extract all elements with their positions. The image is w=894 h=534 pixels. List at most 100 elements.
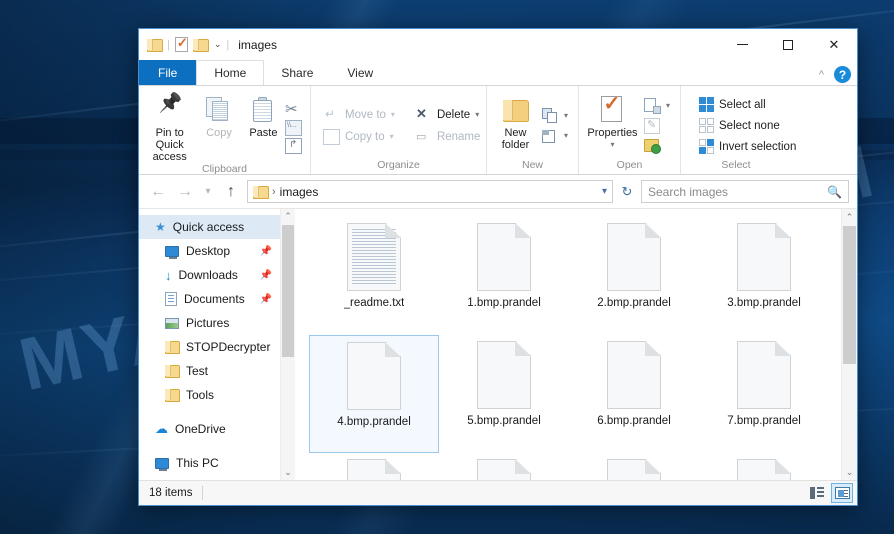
refresh-button[interactable]: ↻	[618, 184, 636, 200]
maximize-button[interactable]	[765, 29, 811, 60]
copy-to-button[interactable]: Copy to ▾	[319, 127, 399, 147]
title-bar[interactable]: | ⌄ | images ✕	[139, 29, 857, 60]
file-item[interactable]: 2.bmp.prandel	[569, 217, 699, 335]
scroll-down-icon[interactable]: ⌄	[284, 465, 292, 480]
file-item[interactable]: 3.bmp.prandel	[699, 217, 829, 335]
search-box[interactable]: Search images 🔍	[641, 180, 849, 203]
rename-icon	[415, 129, 432, 145]
pin-to-quick-access-button[interactable]: Pin to Quick access	[145, 90, 194, 163]
tab-view[interactable]: View	[330, 60, 390, 85]
back-button[interactable]: ←	[147, 183, 169, 201]
file-item[interactable]: 6.bmp.prandel	[569, 335, 699, 453]
scrollbar-thumb[interactable]	[282, 225, 294, 357]
sidebar-item-quick-access[interactable]: ★ Quick access	[139, 215, 280, 239]
move-to-button[interactable]: Move to ▾	[319, 105, 399, 125]
new-folder-button[interactable]: New folder	[493, 90, 538, 159]
tab-share[interactable]: Share	[264, 60, 330, 85]
quick-access-toolbar[interactable]: | ⌄ |	[139, 35, 230, 52]
sidebar-item-tools[interactable]: Tools	[139, 383, 280, 407]
scroll-up-icon[interactable]: ⌃	[284, 209, 292, 224]
copy-path-icon[interactable]	[285, 119, 302, 136]
sidebar-item-test[interactable]: Test	[139, 359, 280, 383]
file-list-pane[interactable]: _readme.txt 1.bmp.prandel 2.bmp.prandel	[295, 209, 857, 480]
file-pane-scrollbar[interactable]: ⌃ ⌄	[841, 209, 857, 480]
window-controls[interactable]: ✕	[719, 29, 857, 60]
sidebar-item-documents[interactable]: Documents 📌	[139, 287, 280, 311]
copy-button[interactable]: Copy	[194, 90, 243, 163]
paste-button[interactable]: Paste	[244, 90, 283, 163]
ribbon-group-label: New	[521, 159, 543, 171]
properties-button[interactable]: Properties ▾	[585, 90, 640, 159]
select-none-button[interactable]: Select none	[695, 116, 800, 135]
file-item[interactable]	[569, 453, 699, 480]
scroll-up-icon[interactable]: ⌃	[846, 209, 854, 225]
recent-locations-button[interactable]: ▾	[201, 186, 215, 197]
paste-shortcut-icon[interactable]	[285, 137, 302, 154]
chevron-down-icon[interactable]: ▾	[475, 110, 479, 119]
address-path-box[interactable]: › images ▾	[247, 180, 613, 203]
chevron-down-icon[interactable]: ▾	[390, 132, 394, 141]
scrollbar-thumb[interactable]	[843, 226, 856, 364]
ribbon-tabs[interactable]: File Home Share View ^ ?	[139, 60, 857, 85]
history-button[interactable]	[642, 137, 672, 155]
minimize-button[interactable]	[719, 29, 765, 60]
new-folder-icon[interactable]	[192, 38, 209, 52]
details-view-button[interactable]	[806, 483, 828, 503]
sidebar-item-desktop[interactable]: Desktop 📌	[139, 239, 280, 263]
divider	[139, 441, 280, 451]
file-item[interactable]	[439, 453, 569, 480]
help-icon[interactable]: ?	[834, 66, 851, 83]
large-icons-view-button[interactable]	[831, 483, 853, 503]
breadcrumb-images[interactable]: images	[280, 185, 319, 199]
sidebar-item-stopdecrypter[interactable]: STOPDecrypter	[139, 335, 280, 359]
chevron-down-icon[interactable]: ▾	[666, 101, 670, 110]
file-item[interactable]: _readme.txt	[309, 217, 439, 335]
collapse-ribbon-icon[interactable]: ^	[819, 69, 824, 81]
divider: |	[226, 38, 230, 51]
chevron-down-icon[interactable]: ▾	[564, 131, 568, 140]
sidebar-item-onedrive[interactable]: ☁ OneDrive	[139, 417, 280, 441]
file-item-selected[interactable]: 4.bmp.prandel	[309, 335, 439, 453]
sidebar-item-downloads[interactable]: ↓ Downloads 📌	[139, 263, 280, 287]
tab-file[interactable]: File	[139, 60, 197, 85]
file-item[interactable]: 5.bmp.prandel	[439, 335, 569, 453]
open-button[interactable]: ▾	[642, 97, 672, 115]
delete-button[interactable]: Delete ▾	[411, 105, 484, 125]
copy-icon	[206, 97, 232, 123]
view-toggle-group[interactable]	[806, 483, 853, 503]
easy-access-button[interactable]: ▾	[540, 127, 570, 145]
chevron-down-icon[interactable]: ▾	[391, 110, 395, 119]
file-item[interactable]	[309, 453, 439, 480]
edit-button[interactable]	[642, 117, 672, 135]
chevron-down-icon[interactable]: ⌄	[214, 39, 222, 50]
navigation-pane-scrollbar[interactable]: ⌃ ⌄	[280, 209, 295, 480]
chevron-down-icon[interactable]: ▾	[602, 186, 607, 197]
sidebar-item-label: Test	[186, 364, 209, 378]
scroll-down-icon[interactable]: ⌄	[846, 464, 854, 480]
invert-selection-label: Invert selection	[719, 140, 797, 153]
cut-icon[interactable]	[285, 100, 302, 118]
select-all-button[interactable]: Select all	[695, 95, 800, 114]
sidebar-item-pictures[interactable]: Pictures	[139, 311, 280, 335]
tab-home[interactable]: Home	[196, 60, 265, 85]
rename-button[interactable]: Rename	[411, 127, 484, 147]
sidebar-item-label: Tools	[186, 388, 215, 402]
file-item[interactable]: 1.bmp.prandel	[439, 217, 569, 335]
search-icon[interactable]: 🔍	[827, 185, 842, 199]
blank-file-icon	[737, 459, 791, 480]
copy-to-label: Copy to	[345, 130, 385, 143]
properties-icon[interactable]	[174, 35, 188, 52]
text-file-icon	[347, 223, 401, 291]
chevron-down-icon[interactable]: ▾	[610, 139, 614, 151]
forward-button[interactable]: →	[174, 183, 196, 201]
up-button[interactable]: ↑	[220, 183, 242, 201]
sidebar-item-this-pc[interactable]: This PC	[139, 451, 280, 475]
close-button[interactable]: ✕	[811, 29, 857, 60]
folder-icon[interactable]	[147, 38, 163, 52]
file-item[interactable]: 7.bmp.prandel	[699, 335, 829, 453]
large-icons-view-icon	[834, 487, 850, 499]
invert-selection-button[interactable]: Invert selection	[695, 137, 800, 156]
file-item[interactable]	[699, 453, 829, 480]
chevron-down-icon[interactable]: ▾	[564, 111, 568, 120]
new-item-button[interactable]: ▾	[540, 107, 570, 125]
